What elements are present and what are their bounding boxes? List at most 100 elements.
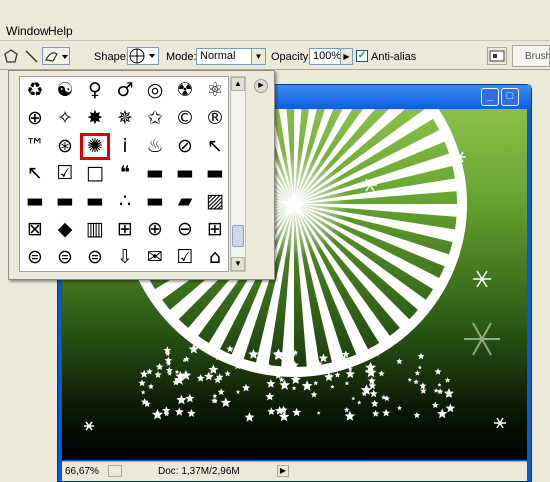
maximize-button[interactable]: □ bbox=[501, 88, 519, 106]
shape-cell[interactable]: ↖ bbox=[200, 133, 230, 160]
shape-cell[interactable]: ♨ bbox=[140, 133, 170, 160]
shape-cell[interactable]: ⌂ bbox=[200, 244, 230, 271]
shape-cell[interactable]: ⊜ bbox=[50, 244, 80, 271]
star-shape bbox=[370, 399, 379, 407]
shape-cell[interactable]: ▬ bbox=[200, 160, 230, 187]
shape-cell[interactable]: ⊜ bbox=[20, 244, 50, 271]
antialias-label: Anti-alias bbox=[371, 51, 417, 63]
menu-help[interactable]: Help bbox=[46, 24, 75, 38]
shape-cell[interactable]: ⊖ bbox=[170, 216, 200, 243]
star-shape bbox=[378, 370, 385, 377]
opacity-input[interactable]: 100% bbox=[309, 48, 341, 65]
star-shape bbox=[266, 379, 276, 388]
line-tool-icon[interactable] bbox=[22, 47, 40, 65]
shape-cell[interactable]: ✩ bbox=[140, 105, 170, 132]
shape-cell[interactable]: ∴ bbox=[110, 188, 140, 215]
shape-cell[interactable]: ♀ bbox=[80, 77, 110, 104]
status-arrow-icon[interactable]: ▶ bbox=[277, 465, 289, 477]
shape-cell[interactable]: ▥ bbox=[80, 216, 110, 243]
shape-cell[interactable]: ⇩ bbox=[110, 244, 140, 271]
shape-cell[interactable]: ▬ bbox=[50, 188, 80, 215]
shape-cell[interactable]: ⊞ bbox=[200, 216, 230, 243]
shape-cell[interactable]: ⊛ bbox=[50, 133, 80, 160]
star-shape bbox=[419, 382, 427, 389]
shape-cell[interactable]: ▨ bbox=[200, 188, 230, 215]
zoom-level[interactable]: 66,67% bbox=[65, 466, 99, 477]
star-shape bbox=[212, 393, 218, 399]
shape-cell[interactable]: ⊠ bbox=[20, 216, 50, 243]
polygon-tool-icon[interactable] bbox=[2, 47, 20, 65]
scroll-down-button[interactable]: ▼ bbox=[231, 257, 245, 271]
antialias-checkbox[interactable]: ✓ bbox=[356, 50, 368, 62]
star-shape bbox=[138, 379, 146, 387]
shape-cell[interactable]: ✸ bbox=[80, 105, 110, 132]
shape-cell[interactable]: ▰ bbox=[170, 188, 200, 215]
shape-cell[interactable]: ♂ bbox=[110, 77, 140, 104]
shape-cell[interactable]: □ bbox=[80, 160, 110, 187]
shape-cell[interactable]: ▬ bbox=[170, 160, 200, 187]
star-shape bbox=[267, 407, 276, 415]
shape-cell[interactable]: ✺ bbox=[80, 132, 110, 160]
star-shape bbox=[154, 371, 162, 378]
shape-cell[interactable]: ↖ bbox=[20, 160, 50, 187]
shape-preview-dropdown[interactable] bbox=[127, 47, 159, 65]
shape-cell[interactable]: ☑ bbox=[170, 244, 200, 271]
shape-cell[interactable]: ▬ bbox=[20, 188, 50, 215]
shape-cell[interactable]: ⊕ bbox=[20, 105, 50, 132]
shape-cell[interactable]: ♻ bbox=[20, 77, 50, 104]
shape-cell[interactable]: ⊜ bbox=[80, 244, 110, 271]
shape-cell[interactable]: i bbox=[110, 133, 140, 160]
shape-cell[interactable]: ✉ bbox=[140, 244, 170, 271]
shape-cell[interactable]: ☯ bbox=[50, 77, 80, 104]
star-shape bbox=[174, 369, 180, 374]
star-shape bbox=[318, 353, 329, 363]
mode-select[interactable]: Normal bbox=[196, 48, 252, 65]
shape-cell[interactable]: ✧ bbox=[50, 105, 80, 132]
shape-cell[interactable]: ▬ bbox=[140, 160, 170, 187]
shape-cell[interactable]: © bbox=[170, 105, 200, 132]
star-shape bbox=[217, 388, 225, 396]
shape-cell[interactable]: ❝ bbox=[110, 160, 140, 187]
shape-cell[interactable]: ▬ bbox=[80, 188, 110, 215]
star-shape bbox=[248, 348, 259, 359]
shape-cell[interactable]: ⊞ bbox=[110, 216, 140, 243]
shape-cell[interactable]: ☢ bbox=[170, 77, 200, 104]
shape-cell[interactable]: ◆ bbox=[50, 216, 80, 243]
star-shape bbox=[208, 364, 219, 374]
menu-bar: Window Help bbox=[0, 0, 550, 41]
shape-cell[interactable]: ⊘ bbox=[170, 133, 200, 160]
doc-size: Doc: 1,37M/2,96M bbox=[158, 466, 240, 477]
opacity-slider-button[interactable]: ▶ bbox=[340, 48, 353, 65]
shape-cell[interactable]: ⊕ bbox=[140, 216, 170, 243]
picker-scrollbar[interactable]: ▲ ▼ bbox=[230, 76, 246, 272]
star-shape bbox=[174, 407, 184, 416]
shape-cell[interactable]: ⚛ bbox=[200, 77, 230, 104]
shape-cell[interactable]: ™ bbox=[20, 133, 50, 160]
scroll-thumb[interactable] bbox=[232, 225, 244, 247]
options-bar: Shape: Mode: Normal ▼ Opacity: 100% ▶ ✓ … bbox=[0, 42, 550, 70]
star-shape bbox=[396, 358, 403, 365]
shape-cell[interactable]: ✵ bbox=[110, 105, 140, 132]
mode-dropdown-button[interactable]: ▼ bbox=[251, 48, 266, 65]
star-shape bbox=[151, 408, 164, 420]
shape-cell[interactable]: ☑ bbox=[50, 160, 80, 187]
status-menu-icon[interactable] bbox=[108, 465, 122, 477]
star-shape bbox=[417, 352, 425, 360]
picker-menu-button[interactable]: ▶ bbox=[254, 79, 268, 93]
star-shape bbox=[407, 377, 412, 382]
minimize-button[interactable]: _ bbox=[481, 88, 499, 106]
menu-window[interactable]: Window bbox=[4, 24, 51, 38]
opacity-label: Opacity: bbox=[271, 51, 312, 63]
custom-shape-tool-icon[interactable] bbox=[42, 47, 70, 65]
scroll-up-button[interactable]: ▲ bbox=[231, 77, 245, 91]
star-shape bbox=[434, 368, 442, 375]
star-shape bbox=[291, 385, 297, 391]
brushes-tab[interactable]: Brushes bbox=[512, 45, 550, 67]
shape-label: Shape: bbox=[94, 51, 129, 63]
star-shape bbox=[265, 392, 275, 401]
palette-well-icon[interactable] bbox=[487, 47, 507, 65]
status-bar: 66,67% Doc: 1,37M/2,96M ▶ bbox=[62, 461, 527, 481]
shape-cell[interactable]: ◎ bbox=[140, 77, 170, 104]
shape-cell[interactable]: ® bbox=[200, 105, 230, 132]
shape-cell[interactable]: ▬ bbox=[140, 188, 170, 215]
